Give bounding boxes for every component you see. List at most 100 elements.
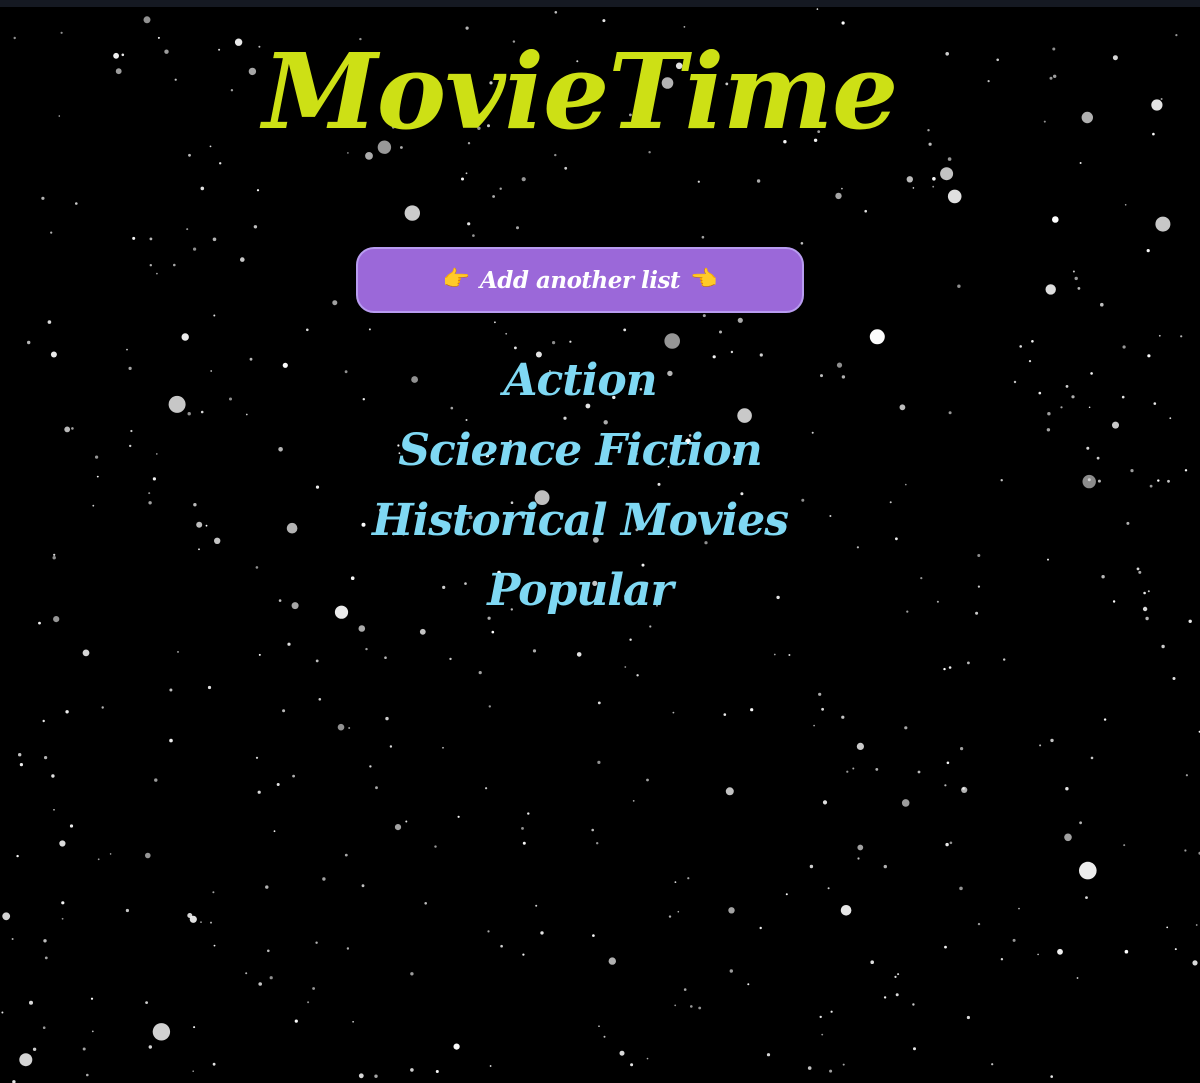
star bbox=[827, 887, 830, 890]
star bbox=[145, 1001, 149, 1004]
star bbox=[389, 745, 393, 748]
star bbox=[1018, 907, 1020, 910]
star bbox=[1076, 977, 1079, 979]
star bbox=[210, 921, 212, 924]
star bbox=[962, 787, 965, 790]
star bbox=[27, 340, 31, 345]
star bbox=[869, 329, 885, 345]
star bbox=[857, 844, 864, 851]
star bbox=[674, 1004, 677, 1007]
star bbox=[449, 657, 452, 661]
star bbox=[51, 774, 55, 778]
star bbox=[1169, 417, 1172, 420]
star bbox=[410, 972, 414, 976]
list-item-popular[interactable]: Popular bbox=[0, 556, 1160, 626]
star bbox=[674, 881, 677, 883]
star bbox=[500, 944, 503, 948]
star bbox=[945, 842, 949, 847]
star bbox=[906, 176, 913, 183]
star bbox=[1072, 270, 1075, 273]
star bbox=[623, 328, 627, 332]
star bbox=[499, 187, 502, 190]
star bbox=[505, 332, 508, 335]
star bbox=[287, 642, 291, 646]
star bbox=[207, 685, 212, 690]
star bbox=[453, 1043, 460, 1050]
star bbox=[1158, 334, 1161, 337]
star bbox=[41, 196, 45, 200]
star bbox=[944, 945, 947, 949]
add-another-list-button[interactable]: 👉 Add another list 👈 bbox=[356, 247, 804, 313]
star bbox=[465, 172, 468, 175]
star bbox=[829, 1069, 833, 1073]
star bbox=[800, 242, 804, 245]
star bbox=[646, 1057, 649, 1060]
star bbox=[42, 719, 45, 723]
star bbox=[332, 300, 338, 306]
star bbox=[1039, 744, 1042, 747]
star bbox=[913, 1047, 916, 1051]
star bbox=[807, 1066, 812, 1070]
star bbox=[47, 320, 52, 324]
star bbox=[82, 1047, 86, 1051]
star bbox=[592, 934, 595, 937]
add-list-label: Add another list bbox=[479, 266, 681, 294]
star bbox=[608, 957, 616, 965]
star bbox=[521, 827, 524, 830]
star bbox=[69, 824, 74, 828]
star bbox=[32, 1047, 37, 1052]
star bbox=[991, 1063, 994, 1066]
star bbox=[315, 941, 318, 944]
star bbox=[883, 996, 887, 999]
star bbox=[597, 701, 601, 705]
star bbox=[457, 815, 460, 818]
star bbox=[904, 726, 908, 730]
star bbox=[959, 886, 963, 891]
star bbox=[188, 153, 191, 157]
list-item-science-fiction[interactable]: Science Fiction bbox=[0, 416, 1160, 486]
star bbox=[846, 770, 849, 773]
star bbox=[822, 800, 828, 805]
star bbox=[1166, 926, 1169, 929]
star bbox=[841, 21, 845, 25]
star bbox=[256, 189, 260, 192]
star bbox=[65, 710, 69, 714]
pointing-left-hand-icon: 👈 bbox=[690, 267, 718, 292]
star bbox=[1031, 340, 1034, 343]
star bbox=[410, 1068, 414, 1072]
star bbox=[1172, 677, 1176, 680]
movie-lists: Action Science Fiction Historical Movies… bbox=[0, 346, 1160, 626]
star bbox=[864, 209, 867, 213]
star bbox=[602, 19, 606, 23]
star bbox=[719, 330, 722, 334]
star bbox=[374, 1074, 378, 1078]
star bbox=[564, 166, 568, 170]
star bbox=[189, 915, 197, 923]
star bbox=[240, 257, 245, 262]
list-item-historical-movies[interactable]: Historical Movies bbox=[0, 486, 1160, 556]
star bbox=[181, 333, 189, 341]
star bbox=[1124, 204, 1127, 206]
star bbox=[193, 247, 197, 251]
star bbox=[294, 1019, 298, 1023]
star bbox=[1057, 948, 1063, 955]
star bbox=[200, 921, 202, 923]
star bbox=[478, 671, 482, 675]
star bbox=[1074, 276, 1078, 281]
star bbox=[818, 692, 822, 696]
star bbox=[394, 824, 402, 831]
star bbox=[148, 1045, 152, 1049]
star bbox=[1188, 619, 1192, 623]
star bbox=[318, 698, 322, 701]
list-item-action[interactable]: Action bbox=[0, 346, 1160, 416]
star bbox=[352, 1021, 354, 1023]
star bbox=[315, 659, 319, 663]
star bbox=[630, 1063, 634, 1067]
star bbox=[947, 189, 962, 204]
star bbox=[830, 1010, 833, 1013]
star bbox=[154, 778, 158, 782]
star bbox=[516, 226, 519, 230]
star bbox=[173, 263, 176, 267]
star bbox=[213, 944, 216, 947]
star bbox=[1050, 1075, 1053, 1078]
